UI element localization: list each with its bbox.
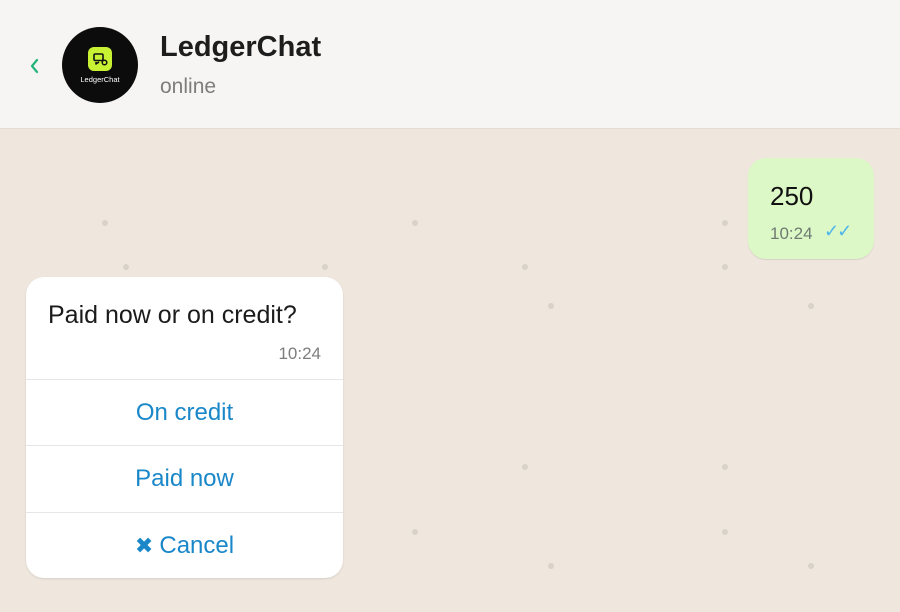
avatar[interactable]: LedgerChat — [62, 27, 138, 103]
chat-header: LedgerChat LedgerChat online — [0, 0, 900, 129]
background-dot — [548, 563, 554, 569]
background-dot — [722, 464, 728, 470]
reply-option-cancel[interactable]: ✖ Cancel — [26, 512, 343, 578]
background-dot — [412, 529, 418, 535]
incoming-message-bubble: Paid now or on credit? 10:24 On credit P… — [26, 277, 343, 578]
background-dot — [322, 264, 328, 270]
message-text: 250 — [770, 181, 814, 211]
background-dot — [722, 220, 728, 226]
read-receipt-icon: ✓✓ — [824, 221, 852, 241]
contact-name: LedgerChat — [160, 31, 322, 63]
background-dot — [123, 264, 129, 270]
message-text: Paid now or on credit? — [48, 301, 297, 329]
close-icon: ✖ — [134, 533, 154, 558]
avatar-label: LedgerChat — [80, 75, 120, 84]
chevron-left-icon — [30, 58, 39, 74]
ledger-logo-icon — [88, 47, 112, 71]
reply-option-label: Paid now — [135, 465, 234, 492]
background-dot — [808, 563, 814, 569]
background-dot — [722, 264, 728, 270]
background-dot — [722, 529, 728, 535]
background-dot — [522, 464, 528, 470]
reply-option-label: On credit — [135, 399, 234, 426]
reply-option-label: Cancel — [159, 532, 235, 559]
message-time: 10:24 — [770, 224, 813, 243]
reply-option-paid-now[interactable]: Paid now — [26, 445, 343, 511]
back-button[interactable] — [24, 52, 46, 82]
background-dot — [548, 303, 554, 309]
message-time: 10:24 — [278, 344, 321, 363]
outgoing-message-bubble[interactable]: 250 10:24 ✓✓ — [748, 158, 874, 259]
contact-status: online — [160, 75, 217, 98]
reply-option-on-credit[interactable]: On credit — [26, 379, 343, 445]
background-dot — [522, 264, 528, 270]
background-dot — [412, 220, 418, 226]
background-dot — [808, 303, 814, 309]
background-dot — [102, 220, 108, 226]
